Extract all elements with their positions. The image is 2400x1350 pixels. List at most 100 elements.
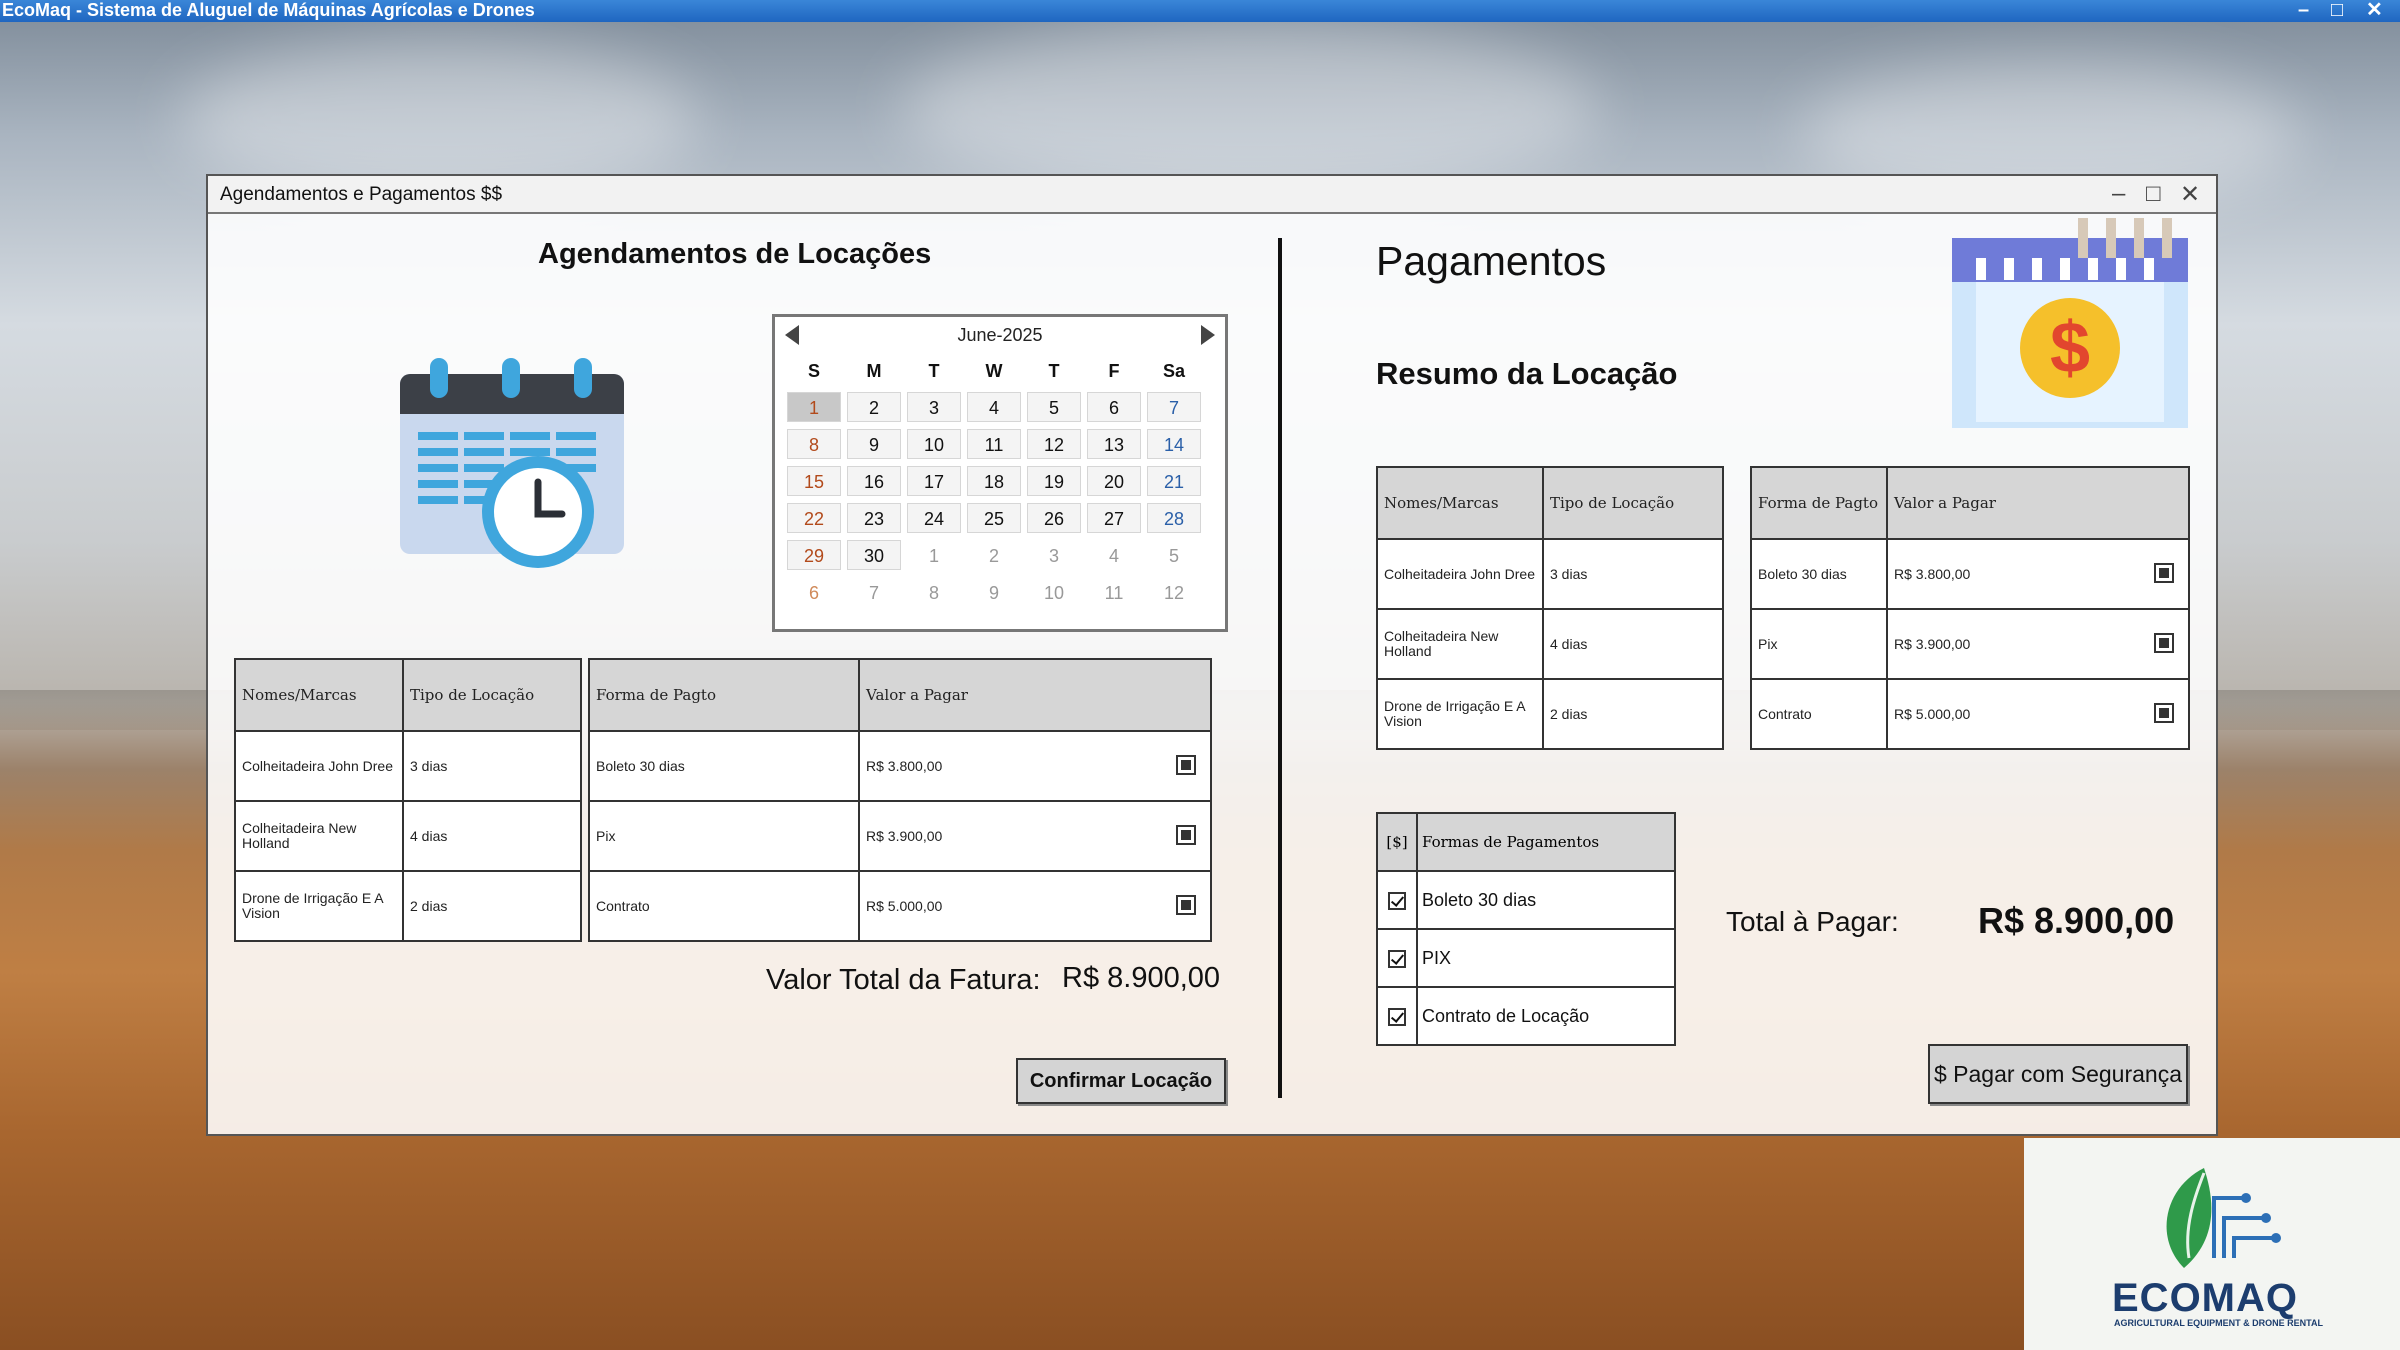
calendar-day[interactable]: 10 [907,429,961,459]
row-select-checkbox[interactable] [2154,633,2174,653]
table-cell: Pix [1750,608,1888,680]
calendar-day[interactable]: 10 [1027,577,1081,607]
close-icon[interactable]: ✕ [2366,0,2383,20]
calendar-day[interactable]: 2 [847,392,901,422]
checkbox-checked-icon[interactable] [1388,1007,1406,1026]
logo-tagline: AGRICULTURAL EQUIPMENT & DRONE RENTAL [2114,1318,2323,1328]
table-cell: Contrato [1750,678,1888,750]
row-select-checkbox[interactable] [2154,703,2174,723]
row-select-checkbox[interactable] [1176,895,1196,915]
amount-value: R$ 3.800,00 [1894,565,1971,582]
calendar-day[interactable]: 29 [787,540,841,570]
amount-value: R$ 5.000,00 [866,897,943,914]
column-header-rental-type: Tipo de Locação [402,658,582,732]
calendar-day[interactable]: 24 [907,503,961,533]
calendar-day[interactable]: 23 [847,503,901,533]
checkbox-cell[interactable] [1376,928,1418,988]
calendar-day-header: T [1048,361,1060,381]
next-month-icon[interactable] [1201,325,1215,345]
calendar-day[interactable]: 5 [1027,392,1081,422]
calendar-day[interactable]: 19 [1027,466,1081,496]
table-cell: 3 dias [1542,538,1724,610]
calendar-day[interactable]: 27 [1087,503,1141,533]
calendar-month-label: June-2025 [957,325,1043,345]
calendar-day[interactable]: 4 [967,392,1021,422]
maximize-icon[interactable]: □ [2331,0,2343,20]
table-cell: R$ 5.000,00 [1886,678,2190,750]
table-cell: Drone de Irrigação E A Vision [234,870,404,942]
invoice-total-label: Valor Total da Fatura: [766,964,1041,996]
row-select-checkbox[interactable] [1176,825,1196,845]
calendar-day[interactable]: 9 [967,577,1021,607]
calendar-day[interactable]: 25 [967,503,1021,533]
invoice-total-value: R$ 8.900,00 [1062,962,1221,994]
calendar-day[interactable]: 18 [967,466,1021,496]
rental-items-table: Nomes/Marcas Tipo de Locação Colheitadei… [234,658,582,942]
calendar-day[interactable]: 11 [1087,577,1141,607]
close-icon[interactable]: ✕ [2180,180,2200,209]
calendar-day[interactable]: 11 [967,429,1021,459]
calendar-day[interactable]: 22 [787,503,841,533]
calendar-day[interactable]: 7 [847,577,901,607]
confirm-rental-button[interactable]: Confirmar Locação [1016,1058,1226,1104]
calendar-day-header: W [985,361,1003,381]
calendar-day[interactable]: 3 [907,392,961,422]
table-cell: Colheitadeira John Dree [234,730,404,802]
calendar-day[interactable]: 30 [847,540,901,570]
calendar-day[interactable]: 13 [1087,429,1141,459]
payment-values-table: Forma de Pagto Valor a Pagar Boleto 30 d… [588,658,1212,942]
payment-methods-header-icon: [$] [1376,812,1418,872]
calendar-day[interactable]: 9 [847,429,901,459]
calendar-day[interactable]: 5 [1147,540,1201,570]
calendar-day[interactable]: 7 [1147,392,1201,422]
calendar-day[interactable]: 2 [967,540,1021,570]
total-to-pay-label: Total à Pagar: [1726,906,1899,937]
maximize-icon[interactable]: □ [2146,180,2161,208]
checkbox-cell[interactable] [1376,986,1418,1046]
calendar-day[interactable]: 4 [1087,540,1141,570]
calendar-day[interactable]: 12 [1027,429,1081,459]
column-header-amount: Valor a Pagar [858,658,1212,732]
calendar-day[interactable]: 6 [787,577,841,607]
table-cell: 3 dias [402,730,582,802]
table-cell: Colheitadeira New Holland [1376,608,1544,680]
calendar-day[interactable]: 12 [1147,577,1201,607]
row-select-checkbox[interactable] [1176,755,1196,775]
checkbox-checked-icon[interactable] [1388,949,1406,968]
calendar-day-header: M [866,361,882,381]
table-cell: Boleto 30 dias [1750,538,1888,610]
checkbox-checked-icon[interactable] [1388,891,1406,910]
calendar-day[interactable]: 26 [1027,503,1081,533]
calendar-day[interactable]: 1 [907,540,961,570]
table-cell: R$ 3.900,00 [858,800,1212,872]
calendar-day[interactable]: 20 [1087,466,1141,496]
calendar-day[interactable]: 16 [847,466,901,496]
calendar-day[interactable]: 3 [1027,540,1081,570]
calendar-day[interactable]: 14 [1147,429,1201,459]
summary-values-table: Forma de Pagto Valor a Pagar Boleto 30 d… [1750,466,2190,750]
calendar-day[interactable]: 8 [907,577,961,607]
leaf-circuit-icon [2166,1168,2281,1268]
summary-items-table: Nomes/Marcas Tipo de Locação Colheitadei… [1376,466,1724,750]
calendar-grid: S M T W T F Sa 1 2 3 4 5 6 7 8 9 10 11 12 13 14 15 16 17 18 19 20 2… [787,361,1201,607]
row-select-checkbox[interactable] [2154,563,2174,583]
calendar-day[interactable]: 21 [1147,466,1201,496]
minimize-icon[interactable]: – [2112,180,2125,208]
calendar-day[interactable]: 15 [787,466,841,496]
calendar-day[interactable]: 28 [1147,503,1201,533]
table-cell: 4 dias [1542,608,1724,680]
total-to-pay-value: R$ 8.900,00 [1978,900,2175,941]
calendar-clock-icon [400,358,624,568]
pay-securely-button[interactable]: $ Pagar com Segurança [1928,1044,2188,1104]
calendar-day[interactable]: 1 [787,392,841,422]
calendar-day[interactable]: 8 [787,429,841,459]
table-cell: 2 dias [1542,678,1724,750]
checkbox-cell[interactable] [1376,870,1418,930]
calendar-day[interactable]: 17 [907,466,961,496]
table-cell: R$ 5.000,00 [858,870,1212,942]
date-picker-calendar[interactable]: June-2025 S M T W T F Sa 1 2 3 4 5 6 7 8 9 10 11 12 13 14 15 1… [772,314,1228,632]
table-cell: Colheitadeira John Dree [1376,538,1544,610]
rental-summary-heading: Resumo da Locação [1376,356,1678,391]
calendar-day[interactable]: 6 [1087,392,1141,422]
minimize-icon[interactable]: – [2298,0,2309,20]
